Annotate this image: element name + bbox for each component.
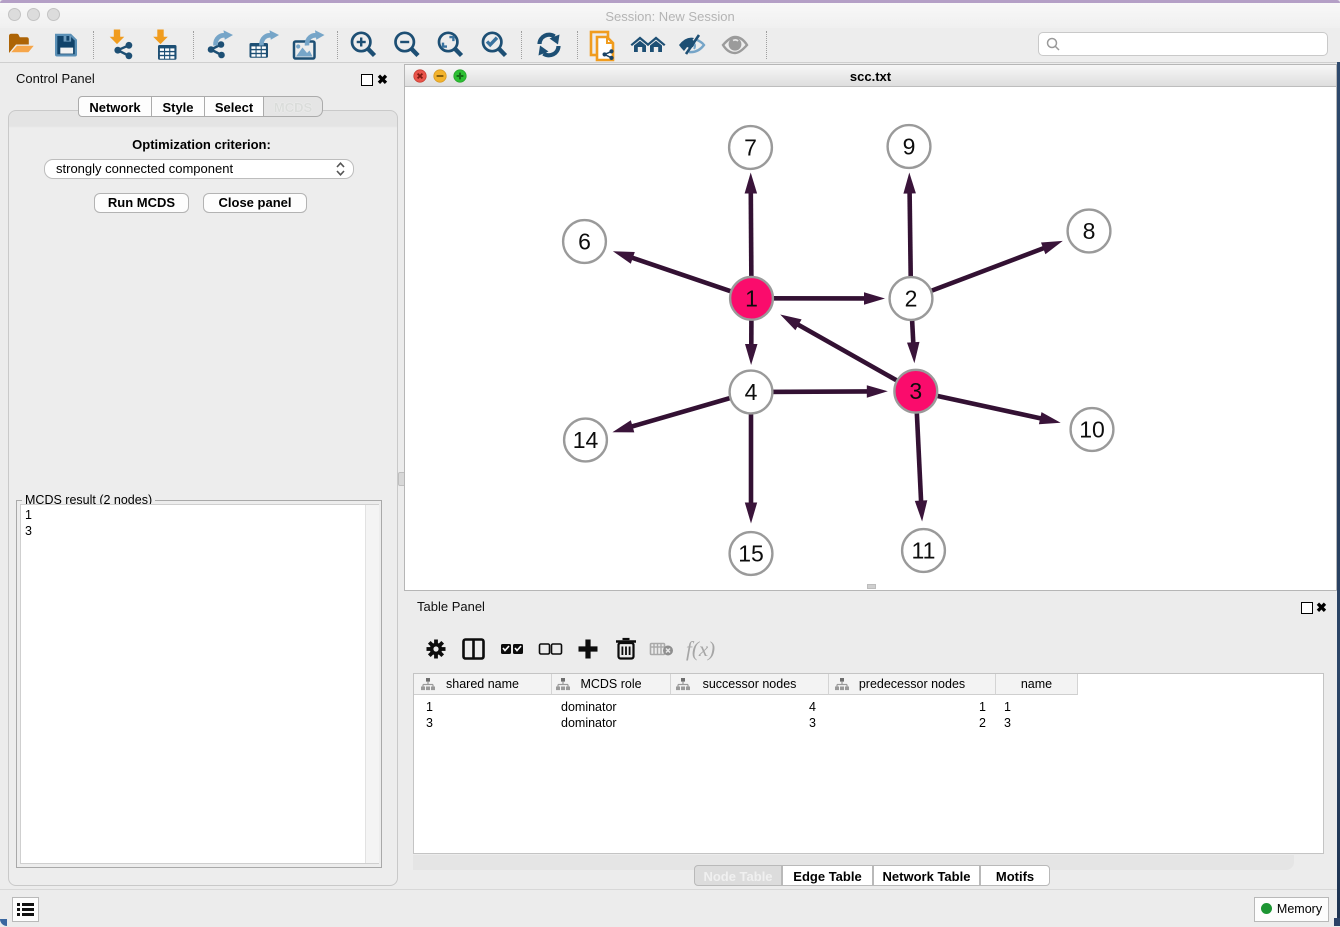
svg-text:14: 14: [573, 427, 599, 453]
svg-text:8: 8: [1083, 218, 1096, 244]
svg-text:10: 10: [1079, 417, 1105, 443]
svg-text:1: 1: [745, 285, 758, 311]
svg-text:11: 11: [912, 538, 936, 564]
svg-text:2: 2: [905, 286, 918, 312]
svg-text:6: 6: [578, 229, 591, 255]
svg-text:9: 9: [903, 134, 916, 160]
svg-text:f(x): f(x): [686, 637, 715, 661]
svg-text:7: 7: [744, 135, 757, 161]
svg-text:15: 15: [738, 541, 764, 567]
svg-text:3: 3: [909, 378, 922, 404]
svg-text:4: 4: [745, 379, 758, 405]
